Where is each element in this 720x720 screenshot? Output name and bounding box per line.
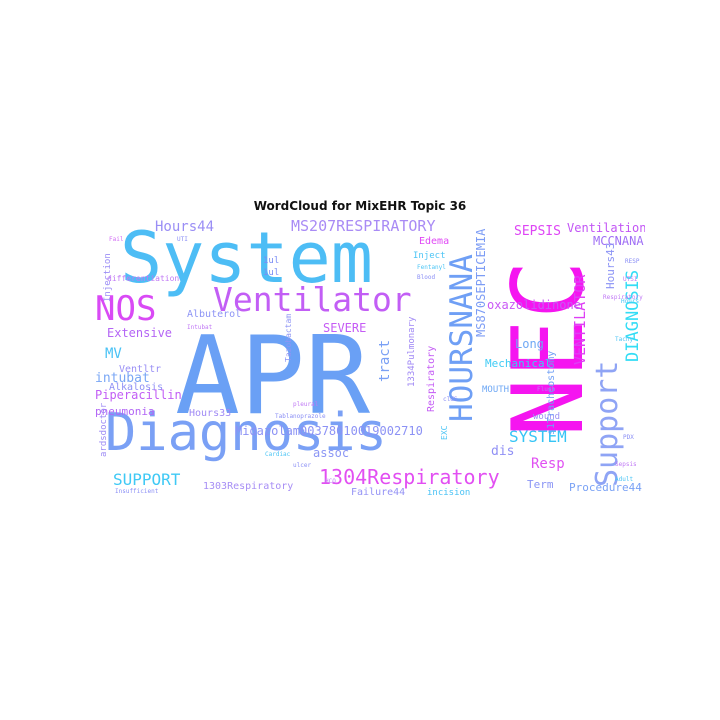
word-cloud-word: Piperacillin bbox=[95, 388, 182, 402]
chart-title: WordCloud for MixEHR Topic 36 bbox=[253, 199, 467, 213]
word-cloud-word: Albuterol bbox=[187, 309, 242, 320]
word-cloud-word: dis bbox=[491, 444, 515, 459]
word-cloud-word: Intubat bbox=[187, 324, 213, 331]
word-cloud-word: 1ul bbox=[263, 256, 280, 266]
word-cloud-word: Ventilator bbox=[213, 280, 412, 319]
word-cloud-word: MCCNANA bbox=[593, 234, 644, 248]
word-cloud-word: Edema bbox=[419, 236, 450, 247]
word-cloud-word: DIAGNOSIS bbox=[623, 269, 643, 362]
word-cloud-word: Tachy bbox=[615, 336, 634, 343]
word-cloud-word: 1304Respiratory bbox=[319, 465, 500, 489]
word-cloud-word: pleural bbox=[293, 401, 319, 408]
word-cloud-word: Adult bbox=[615, 476, 634, 483]
word-cloud-word: Tablanoprazole bbox=[275, 413, 326, 420]
word-cloud-word: Hours44 bbox=[155, 219, 215, 235]
word-cloud-word: RESP bbox=[625, 258, 640, 265]
word-cloud-word: Term bbox=[527, 478, 554, 491]
word-cloud-word: Support bbox=[590, 360, 625, 487]
word-cloud-word: Hours43 bbox=[604, 242, 617, 289]
word-cloud-word: UTSI bbox=[623, 276, 638, 283]
word-cloud-word: UTI bbox=[177, 236, 188, 243]
word-cloud-word: Mechanical bbox=[485, 357, 552, 370]
word-cloud-word: Flush bbox=[537, 386, 556, 393]
word-cloud-word: MOUTH bbox=[482, 385, 510, 395]
word-cloud-word: 1ul bbox=[263, 268, 280, 278]
word-cloud-word: VENTILATOR bbox=[571, 274, 589, 365]
word-cloud-word: HCO bbox=[325, 478, 336, 485]
word-cloud-word: PDX bbox=[623, 434, 634, 441]
word-cloud-word: SEPSIS bbox=[514, 224, 561, 239]
word-cloud-word: oxazolidinone bbox=[487, 298, 581, 312]
word-cloud-word: Blood bbox=[417, 274, 436, 281]
word-cloud-word: Respiratory bbox=[426, 345, 437, 412]
word-cloud: APR NEC System Diagnosis Ventilator HOURSNANA… bbox=[95, 217, 645, 497]
word-cloud-word: SYSTEM bbox=[509, 427, 567, 446]
word-cloud-word: Sepsis bbox=[615, 461, 637, 468]
word-cloud-word: Insufficient bbox=[115, 488, 159, 495]
word-cloud-word: MS870SEPTICEMIA bbox=[474, 228, 488, 337]
word-cloud-word: Respiratory bbox=[603, 294, 643, 301]
word-cloud-word: Fail bbox=[109, 236, 124, 243]
word-cloud-word: SEVERE bbox=[323, 321, 367, 335]
word-cloud-word: Midazolam00378010019002710 bbox=[235, 424, 423, 438]
word-cloud-word: ulcer bbox=[293, 462, 312, 469]
word-cloud-word: incision bbox=[427, 488, 471, 498]
word-cloud-word: MS207RESPIRATORY bbox=[291, 217, 436, 235]
word-cloud-word: Hours33 bbox=[189, 408, 232, 419]
word-cloud-word: tract bbox=[377, 339, 393, 382]
word-cloud-word: Ventilation bbox=[567, 221, 645, 235]
word-cloud-word: assoc bbox=[313, 446, 350, 460]
word-cloud-word: Resp bbox=[531, 456, 565, 472]
word-cloud-word: Long bbox=[515, 337, 544, 351]
word-cloud-word: 1334Pulmonary bbox=[407, 316, 417, 387]
word-cloud-word: Tazobactam bbox=[284, 313, 293, 362]
word-cloud-word: Fentanyl bbox=[417, 264, 446, 271]
word-cloud-word: EXC bbox=[440, 425, 449, 440]
word-cloud-word: differentiation bbox=[107, 274, 180, 283]
word-cloud-word: Inject bbox=[413, 251, 446, 261]
word-cloud-word: MV bbox=[105, 346, 122, 362]
word-cloud-word: ardsdoctor bbox=[99, 402, 109, 457]
word-cloud-word: Procedure44 bbox=[569, 481, 642, 494]
word-cloud-word: Failure44 bbox=[351, 487, 406, 498]
word-cloud-word: Cardiac bbox=[265, 451, 291, 458]
word-cloud-word: SUPPORT bbox=[113, 470, 181, 489]
word-cloud-word: 1303Respiratory bbox=[203, 481, 294, 492]
word-cloud-word: Extensive bbox=[107, 326, 173, 340]
word-cloud-word: cldS bbox=[443, 396, 458, 403]
